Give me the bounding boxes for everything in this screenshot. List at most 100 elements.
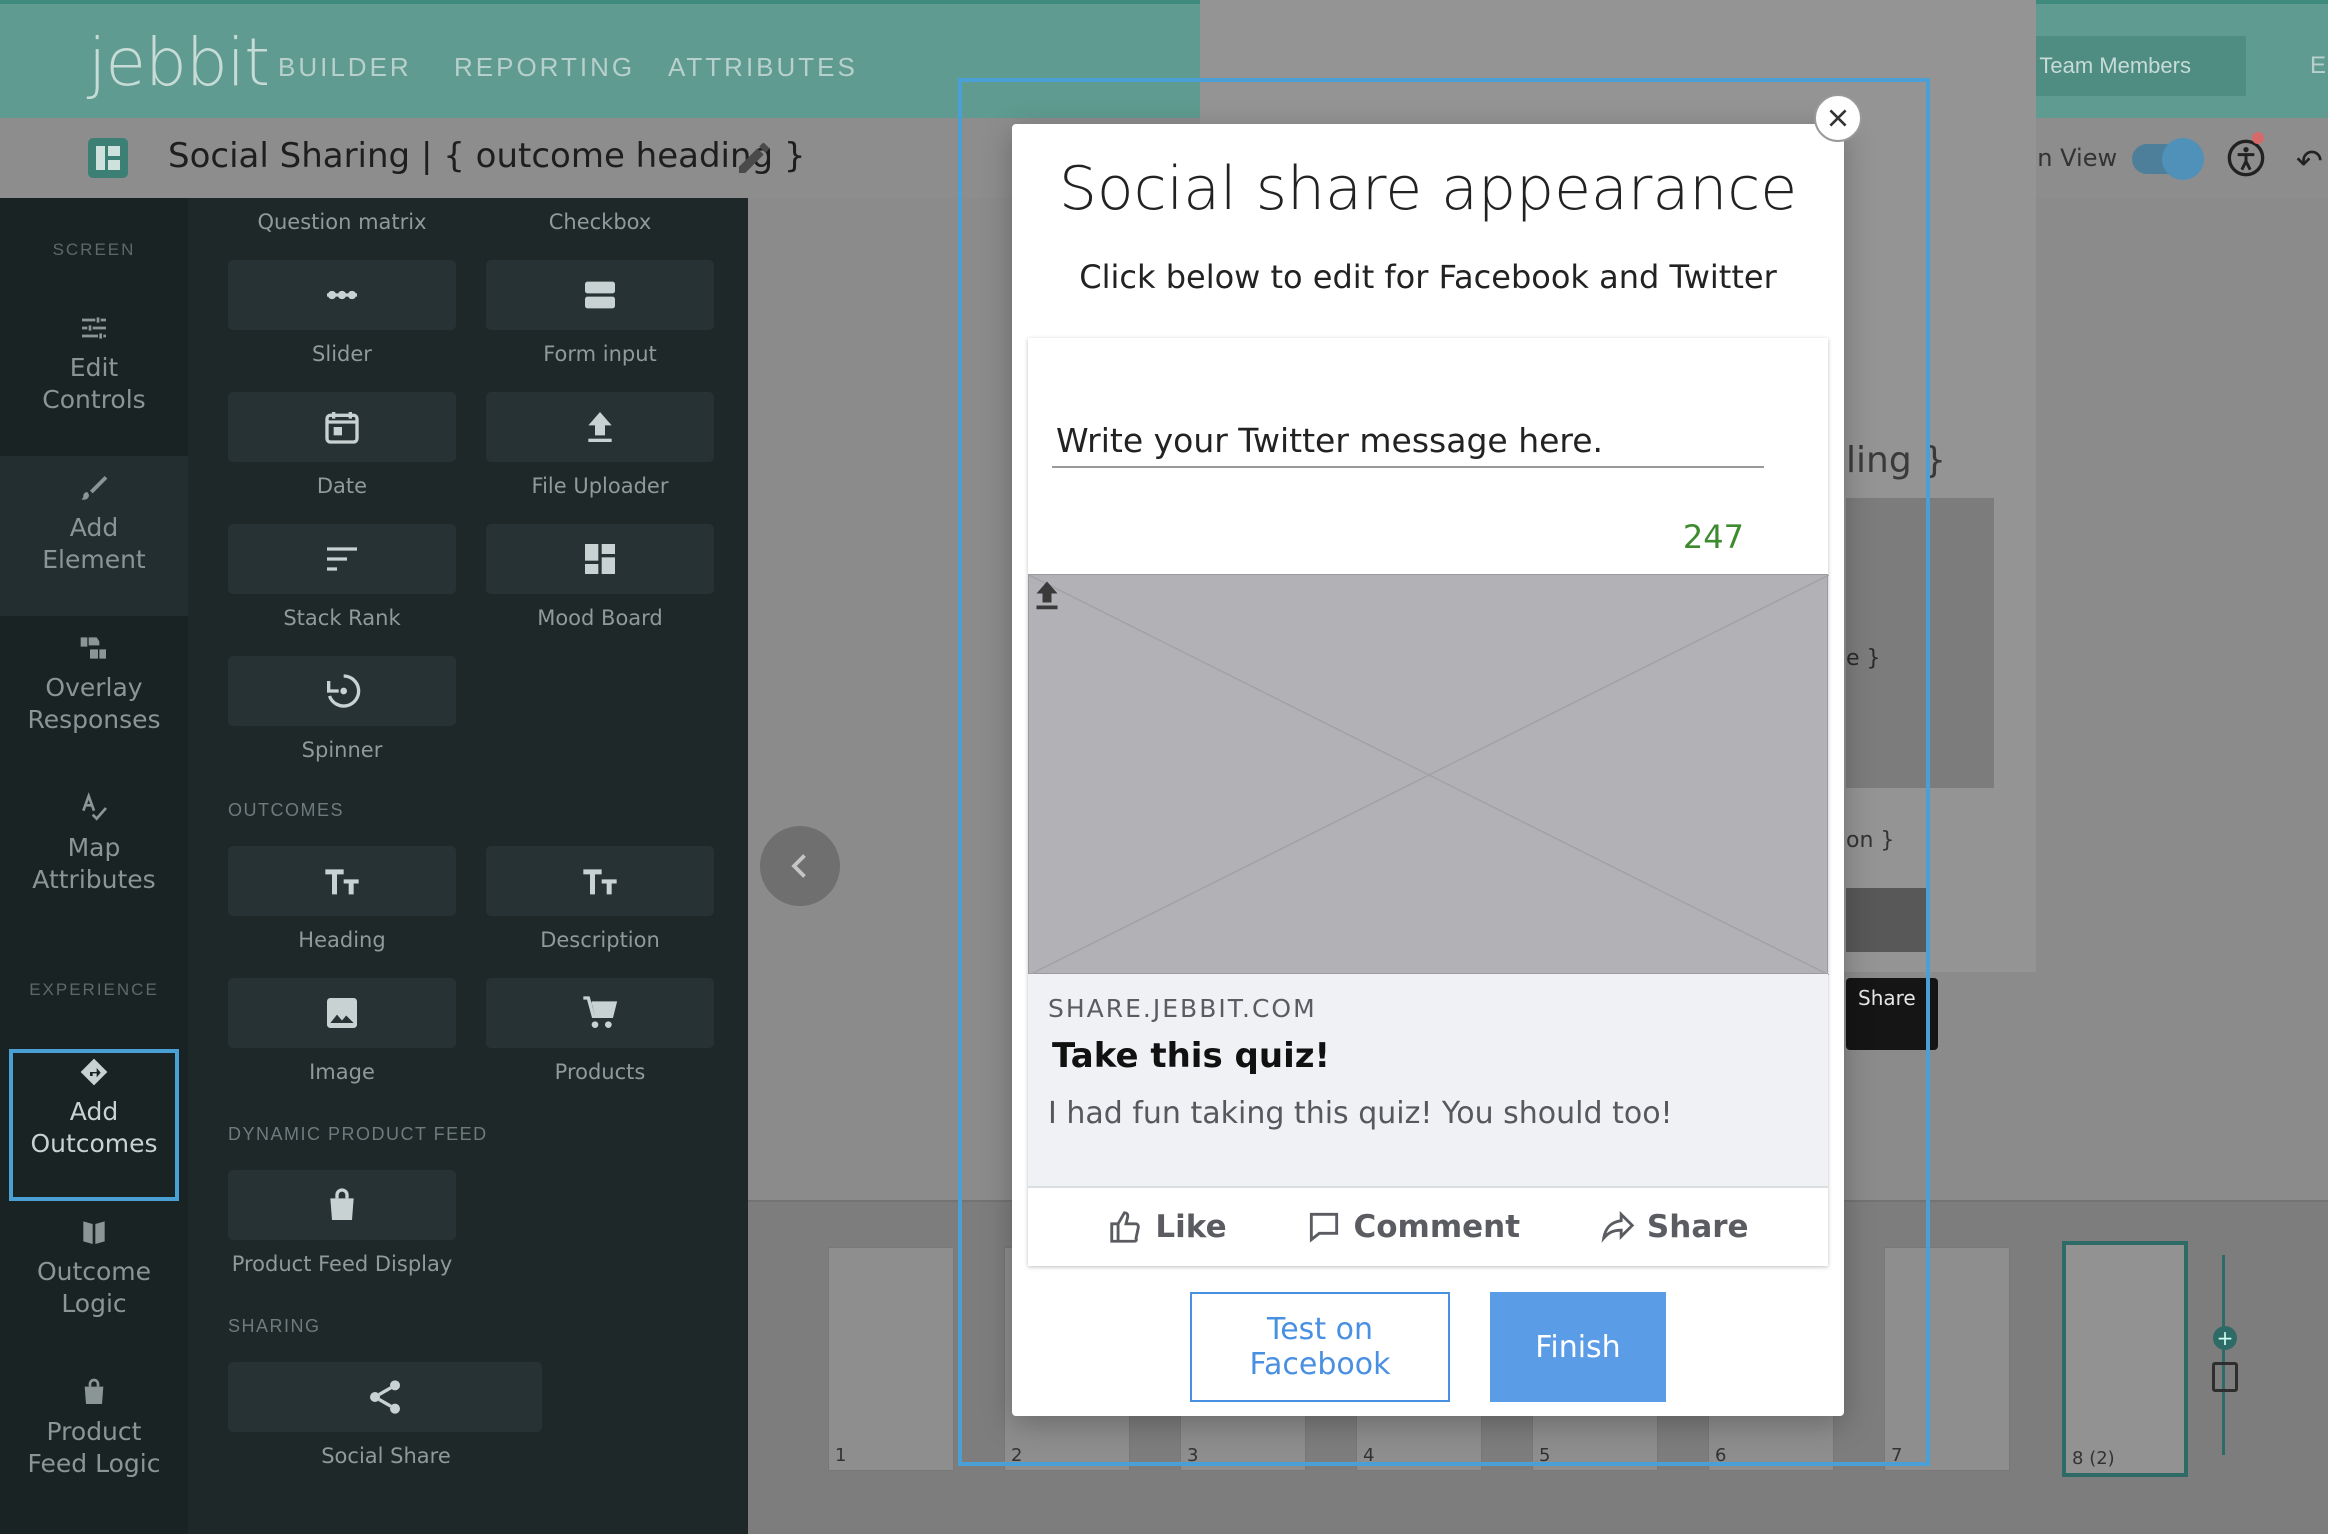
tile-label-checkbox: Checkbox: [548, 210, 652, 234]
dashboard-icon: [585, 544, 615, 574]
rail-item-overlay-responses[interactable]: Overlay Responses: [0, 632, 188, 762]
tile-label-date: Date: [316, 474, 368, 498]
rail-item-outcome-logic[interactable]: Outcome Logic: [0, 1216, 188, 1346]
rail-label: Map: [67, 833, 121, 862]
sort-icon: [327, 547, 357, 571]
thumb-number: 2: [1011, 1445, 1023, 1466]
file-uploader-tile[interactable]: [486, 392, 714, 462]
share-icon: [370, 1380, 400, 1414]
notification-dot: [2252, 132, 2264, 144]
rail-label: Overlay: [45, 673, 143, 702]
slider-tile[interactable]: [228, 260, 456, 330]
stack-rank-tile[interactable]: [228, 524, 456, 594]
modal-subtitle: Click below to edit for Facebook and Twi…: [1079, 258, 1777, 296]
like-action: Like: [1107, 1208, 1227, 1246]
finish-button[interactable]: Finish: [1490, 1292, 1666, 1402]
bg-image-block: [1846, 498, 1994, 788]
share-title[interactable]: Take this quiz!: [1052, 1036, 1330, 1076]
thumb-number: 8 (2): [2072, 1448, 2115, 1469]
screen-view-toggle[interactable]: [2132, 138, 2204, 180]
rail-item-map-attributes[interactable]: Map Attributes: [0, 792, 188, 922]
like-label: Like: [1155, 1209, 1227, 1245]
spinner-tile[interactable]: [228, 656, 456, 726]
twitter-message-input[interactable]: [1052, 414, 1764, 468]
share-preview-card: 247 SHARE.JEBBIT.COM Take this quiz! I h…: [1028, 338, 1829, 1266]
facebook-actions: Like Comment Share: [1028, 1186, 1828, 1266]
thumb-number: 1: [835, 1445, 847, 1466]
rail-item-edit-controls[interactable]: Edit Controls: [0, 312, 188, 442]
thumb-number: 7: [1891, 1445, 1903, 1466]
products-tile[interactable]: [486, 978, 714, 1048]
tile-label-mood-board: Mood Board: [537, 606, 663, 630]
rail-label: Feed Logic: [27, 1449, 161, 1478]
share-action: Share: [1599, 1208, 1749, 1246]
tile-label-products: Products: [554, 1060, 646, 1084]
thumb-number: 6: [1715, 1445, 1727, 1466]
add-screen-icon[interactable]: +: [2213, 1326, 2237, 1350]
rail-label: Edit: [69, 353, 119, 382]
filmstrip-divider: [2222, 1255, 2225, 1455]
form-input-icon: [585, 281, 615, 309]
tile-label-file-uploader: File Uploader: [531, 474, 669, 498]
tile-label-question-matrix: Question matrix: [257, 210, 427, 234]
rail-label: Responses: [27, 705, 161, 734]
char-count: 247: [1682, 518, 1744, 556]
duplicate-screen-icon[interactable]: [2212, 1362, 2238, 1392]
form-input-tile[interactable]: [486, 260, 714, 330]
share-description[interactable]: I had fun taking this quiz! You should t…: [1048, 1096, 1673, 1131]
test-on-facebook-button[interactable]: Test on Facebook: [1190, 1292, 1450, 1402]
layout-icon[interactable]: [88, 138, 128, 178]
rail-label: Element: [42, 545, 146, 574]
description-tile[interactable]: [486, 846, 714, 916]
book-icon: [83, 1221, 105, 1244]
rail-label: Add: [69, 513, 119, 542]
tile-label-form-input: Form input: [543, 342, 657, 366]
tile-label-heading: Heading: [298, 928, 386, 952]
comment-icon: [1310, 1212, 1339, 1243]
modal-title: Social share appearance: [1058, 154, 1798, 224]
rail-item-add-element[interactable]: Add Element: [0, 456, 188, 616]
nav-reporting[interactable]: REPORTING: [454, 52, 635, 83]
share-domain: SHARE.JEBBIT.COM: [1048, 994, 1317, 1023]
rail-label: Outcome: [36, 1257, 152, 1286]
bag-icon: [84, 1378, 104, 1404]
product-feed-display-tile[interactable]: [228, 1170, 456, 1240]
placeholder-cross: [1029, 575, 1829, 975]
rail-item-product-feed-logic[interactable]: Product Feed Logic: [0, 1376, 188, 1516]
mood-board-tile[interactable]: [486, 524, 714, 594]
bg-share-button: Share: [1846, 978, 1938, 1050]
social-share-tile[interactable]: [228, 1362, 542, 1432]
screen-thumbnail-active[interactable]: 8 (2): [2062, 1241, 2188, 1477]
screen-thumbnail[interactable]: 7: [1884, 1247, 2010, 1471]
share-meta[interactable]: SHARE.JEBBIT.COM Take this quiz! I had f…: [1028, 974, 1828, 1186]
accessibility-icon[interactable]: [2226, 138, 2266, 178]
screen-thumbnail[interactable]: 1: [828, 1247, 954, 1471]
nav-edge-fragment[interactable]: E: [2310, 52, 2326, 80]
prev-screen-button[interactable]: [760, 826, 840, 906]
image-icon: [327, 998, 357, 1028]
bg-image-fragment: e }: [1846, 646, 1881, 671]
section-dynamic-product-feed: DYNAMIC PRODUCT FEED: [228, 1124, 488, 1144]
experience-title: Social Sharing | { outcome heading }: [168, 136, 806, 176]
heading-tile[interactable]: [228, 846, 456, 916]
tile-label-spinner: Spinner: [301, 738, 383, 762]
close-icon: [1829, 109, 1847, 127]
close-modal-button[interactable]: [1814, 94, 1862, 142]
rail-label: Controls: [42, 385, 146, 414]
date-tile[interactable]: [228, 392, 456, 462]
nav-builder[interactable]: BUILDER: [278, 52, 412, 83]
thumb-number: 5: [1539, 1445, 1551, 1466]
jebbit-logo[interactable]: jebbit: [88, 24, 270, 101]
thumb-badge: (2): [2089, 1448, 2115, 1469]
restore-icon: [327, 674, 361, 708]
thumbs-icon: [80, 637, 106, 659]
upload-icon: [588, 412, 612, 442]
rail-label: Logic: [61, 1289, 127, 1318]
nav-attributes[interactable]: ATTRIBUTES: [668, 52, 858, 83]
share-image-upload[interactable]: [1028, 574, 1829, 975]
undo-icon[interactable]: ↶: [2296, 142, 2323, 180]
pencil-icon[interactable]: [734, 138, 774, 178]
thumb-number: 4: [1363, 1445, 1375, 1466]
image-tile[interactable]: [228, 978, 456, 1048]
tile-label-slider: Slider: [312, 342, 372, 366]
